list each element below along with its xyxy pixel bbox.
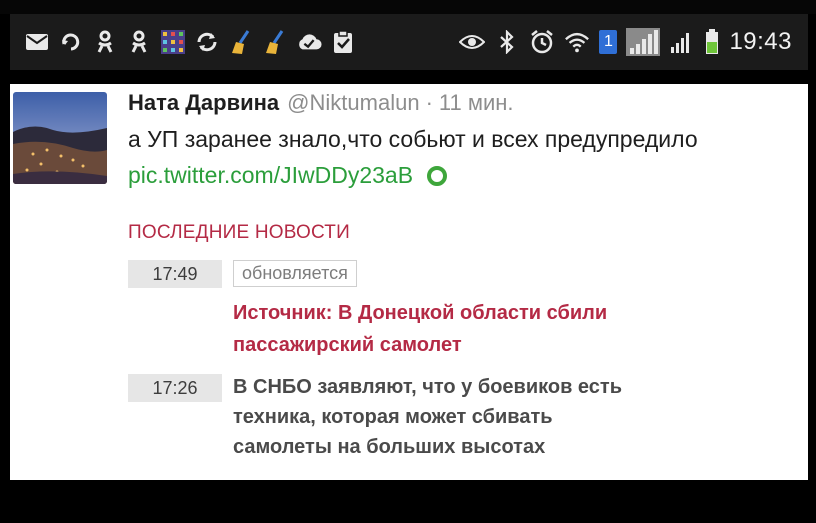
cleaner-icon-2: [262, 29, 288, 55]
signal-icon-2: [669, 29, 695, 55]
statusbar-gap: [10, 70, 808, 84]
top-frame: [0, 0, 816, 14]
tweet-view: Ната Дарвина @Niktumalun · 11 мин. а УП зар…: [10, 84, 808, 480]
tweet-link-row: pic.twitter.com/JIwDDy23aB: [128, 162, 448, 189]
image-grid-icon: [160, 29, 186, 55]
sync-icon: [194, 29, 220, 55]
news-item-body: обновляется Источник: В Донецкой области…: [233, 260, 768, 361]
tweet-header: Ната Дарвина @Niktumalun · 11 мин.: [128, 90, 514, 116]
media-preview-icon[interactable]: [427, 165, 448, 186]
bluetooth-icon: [494, 29, 520, 55]
sim-number: 1: [599, 30, 618, 54]
news-headline-line[interactable]: самолеты на больших высотах: [233, 432, 768, 462]
alarm-icon: [529, 29, 555, 55]
cloud-check-icon: [296, 29, 322, 55]
refresh-contact-icon: [58, 29, 84, 55]
author-handle[interactable]: @Niktumalun: [287, 90, 419, 115]
notification-icons: [10, 29, 356, 55]
updating-badge: обновляется: [233, 260, 357, 287]
news-time-badge: 17:49: [128, 260, 222, 288]
news-headline-line[interactable]: В СНБО заявляют, что у боевиков есть: [233, 372, 768, 402]
battery-icon: [704, 29, 720, 55]
wifi-icon: [564, 29, 590, 55]
tweet-time[interactable]: 11 мин.: [439, 90, 514, 115]
odnoklassniki-icon: [92, 29, 118, 55]
separator-dot: ·: [425, 90, 433, 115]
tweet-media-link[interactable]: pic.twitter.com/JIwDDy23aB: [128, 162, 413, 189]
bottom-frame: [0, 480, 816, 523]
news-headline-line[interactable]: пассажирский самолет: [233, 329, 768, 361]
news-headline-line[interactable]: техника, которая может сбивать: [233, 402, 768, 432]
news-item-body: В СНБО заявляют, что у боевиков есть тех…: [233, 372, 768, 462]
tweet-text: а УП заранее знало,что собьют и всех пре…: [128, 126, 698, 152]
sim1-badge-icon: 1: [599, 29, 618, 55]
news-item[interactable]: 17:49 обновляется Источник: В Донецкой о…: [128, 260, 768, 372]
news-headline-line[interactable]: Источник: В Донецкой области сбили: [233, 297, 768, 329]
status-bar: 1 19:43: [10, 14, 808, 70]
avatar[interactable]: [13, 92, 107, 184]
cleaner-icon: [228, 29, 254, 55]
clipboard-check-icon: [330, 29, 356, 55]
news-screenshot: ПОСЛЕДНИЕ НОВОСТИ 17:49 обновляется Исто…: [128, 222, 768, 462]
odnoklassniki-icon-2: [126, 29, 152, 55]
eye-icon: [459, 29, 486, 55]
news-item[interactable]: 17:26 В СНБО заявляют, что у боевиков ес…: [128, 372, 768, 462]
news-header: ПОСЛЕДНИЕ НОВОСТИ: [128, 222, 350, 243]
author-name[interactable]: Ната Дарвина: [128, 90, 279, 115]
news-time-badge: 17:26: [128, 374, 222, 402]
mail-icon: [24, 29, 50, 55]
signal-icon: [626, 28, 661, 56]
system-icons: 1 19:43: [459, 28, 808, 56]
status-clock: 19:43: [729, 28, 792, 55]
